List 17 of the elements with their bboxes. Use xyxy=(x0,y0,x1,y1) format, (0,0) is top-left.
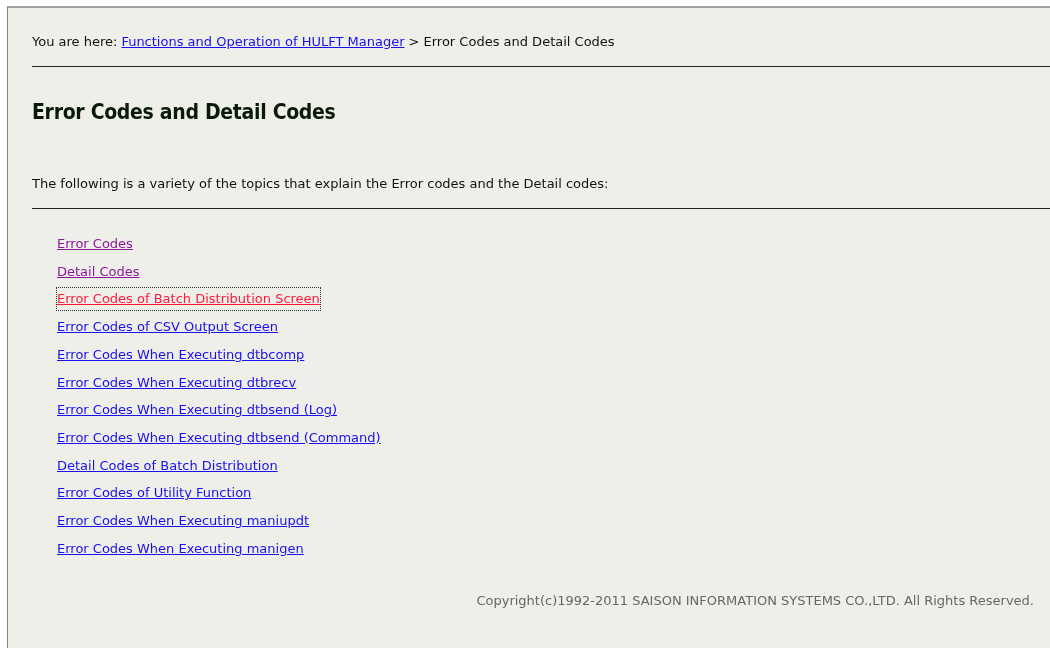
topic-link[interactable]: Error Codes When Executing dtbsend (Log) xyxy=(57,399,338,421)
breadcrumb-label: You are here: xyxy=(32,33,118,51)
intro-text: The following is a variety of the topics that explain the Error codes and the Detail codes: xyxy=(32,175,610,193)
topic-link[interactable]: Error Codes When Executing dtbrecv xyxy=(57,371,297,394)
topic-link[interactable]: Error Codes When Executing maniupdt xyxy=(57,510,309,532)
breadcrumb-current: > Error Codes and Detail Codes xyxy=(408,33,615,51)
topic-link[interactable]: Error Codes When Executing dtbcomp xyxy=(57,343,305,366)
topic-link[interactable]: Error Codes When Executing dtbsend (Command) xyxy=(57,426,381,449)
topic-link[interactable]: Error Codes When Executing manigen xyxy=(57,537,304,560)
topic-link[interactable]: Error Codes of CSV Output Screen xyxy=(57,316,278,338)
topic-link[interactable]: Detail Codes of Batch Distribution xyxy=(57,454,278,477)
topic-link[interactable]: Error Codes of Utility Function xyxy=(57,482,252,505)
topic-link[interactable]: Detail Codes xyxy=(57,260,140,283)
breadcrumb-link[interactable]: Functions and Operation of HULFT Manager xyxy=(121,32,405,52)
topic-link[interactable]: Error Codes xyxy=(57,233,133,255)
copyright-text: Copyright(c)1992-2011 SAISON INFORMATION SYSTEMS CO.,LTD. All Rights Reserved. xyxy=(476,593,1034,609)
page-heading: Error Codes and Detail Codes xyxy=(32,100,337,124)
